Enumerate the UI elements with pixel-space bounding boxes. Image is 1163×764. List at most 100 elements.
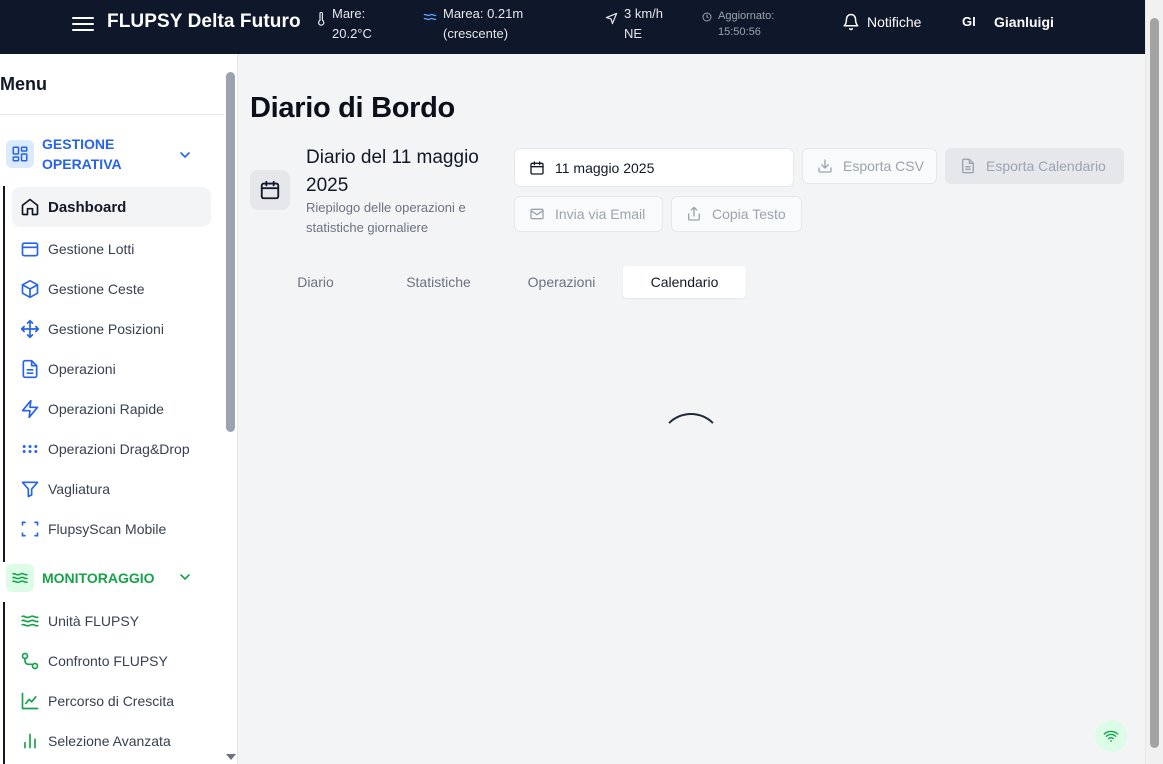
loading-spinner (659, 413, 723, 477)
sidebar-item-dashboard[interactable]: Dashboard (12, 187, 211, 227)
filter-icon (21, 481, 39, 498)
user-name[interactable]: Gianluigi (994, 14, 1054, 30)
menu-divider (0, 114, 224, 115)
sidebar-item-gestione-posizioni[interactable]: Gestione Posizioni (12, 309, 211, 349)
sidebar-item-label: Operazioni Drag&Drop (48, 441, 190, 457)
git-compare-icon (21, 652, 39, 670)
send-email-button[interactable]: Invia via Email (514, 196, 663, 232)
move-icon (20, 319, 40, 339)
line-chart-icon (21, 692, 39, 710)
last-updated: Aggiornato: 15:50:56 (702, 8, 774, 40)
export-calendar-button[interactable]: Esporta Calendario (945, 148, 1124, 184)
sidebar-item-label: Dashboard (48, 198, 127, 216)
box-icon (21, 242, 39, 257)
sidebar-item-gestione-lotti[interactable]: Gestione Lotti (12, 229, 211, 269)
group-indicator-line (3, 602, 5, 764)
sidebar-scrollbar-thumb[interactable] (226, 72, 235, 432)
send-email-label: Invia via Email (555, 206, 646, 222)
sidebar-item-operazioni-rapide[interactable]: Operazioni Rapide (12, 389, 211, 429)
copy-text-button[interactable]: Copia Testo (671, 196, 802, 232)
sidebar: Menu GESTIONE OPERATIVA Dashboard Gestio… (0, 54, 238, 764)
zap-icon (21, 399, 39, 419)
group-label: MONITORAGGIO (42, 570, 155, 586)
thermometer-icon (318, 12, 325, 26)
notifications-button[interactable]: Notifiche (842, 13, 921, 31)
tab-operazioni[interactable]: Operazioni (500, 266, 623, 298)
group-label: GESTIONE OPERATIVA (42, 136, 122, 172)
sea-value: 20.2°C (332, 26, 372, 41)
sidebar-item-gestione-ceste[interactable]: Gestione Ceste (12, 269, 211, 309)
sidebar-item-operazioni-dragdrop[interactable]: Operazioni Drag&Drop (12, 429, 211, 469)
layout-grid-icon (6, 140, 34, 168)
tide-state: (crescente) (443, 26, 509, 41)
bell-icon (843, 13, 859, 31)
sidebar-item-label: Unità FLUPSY (48, 613, 140, 629)
sidebar-item-label: Operazioni Rapide (48, 401, 164, 417)
waves-icon (423, 13, 437, 21)
group-gestione-operativa[interactable]: GESTIONE OPERATIVA (6, 134, 152, 174)
wifi-icon (1103, 730, 1119, 742)
wind-direction: NE (624, 26, 643, 41)
menu-title: Menu (0, 74, 47, 94)
group-indicator-line (3, 186, 5, 562)
package-icon (21, 279, 39, 299)
sidebar-item-selezione-avanzata[interactable]: Selezione Avanzata (12, 721, 211, 761)
tide-label: Marea: 0.21m (443, 6, 524, 21)
connection-status-indicator[interactable] (1095, 720, 1127, 752)
scroll-down-arrow-icon[interactable] (226, 754, 236, 760)
sidebar-item-label: Percorso di Crescita (48, 693, 175, 709)
updated-time: 15:50:56 (718, 26, 761, 38)
diary-title: Diario del 11 maggio 2025 (306, 147, 479, 196)
date-value: 11 maggio 2025 (555, 159, 655, 176)
navigation-icon (605, 12, 618, 25)
window-scrollbar[interactable] (1145, 0, 1163, 764)
updated-label: Aggiornato: (718, 10, 775, 22)
share-icon (688, 206, 700, 221)
sidebar-item-label: Vagliatura (48, 481, 111, 497)
tab-diario[interactable]: Diario (254, 266, 377, 298)
sidebar-item-label: Gestione Lotti (48, 241, 135, 257)
document-icon (22, 359, 38, 379)
chevron-down-icon[interactable] (178, 570, 192, 584)
sidebar-item-label: FlupsyScan Mobile (48, 521, 167, 537)
wind-info: 3 km/h NE (605, 4, 663, 44)
window-scrollbar-thumb[interactable] (1150, 18, 1159, 748)
copy-text-label: Copia Testo (712, 206, 786, 222)
tab-list: Diario Statistiche Operazioni Calendario (254, 264, 748, 300)
sidebar-item-label: Operazioni (48, 361, 116, 377)
grip-icon (22, 445, 38, 453)
user-avatar[interactable]: GI (962, 14, 976, 29)
waves-icon (21, 615, 39, 627)
bar-chart-icon (24, 733, 36, 749)
sidebar-item-label: Gestione Posizioni (48, 321, 164, 337)
sidebar-item-flupsyscan-mobile[interactable]: FlupsyScan Mobile (12, 509, 211, 549)
date-picker-button[interactable]: 11 maggio 2025 (514, 148, 794, 187)
chevron-down-icon[interactable] (178, 148, 192, 162)
waves-icon (6, 564, 34, 592)
sidebar-item-label: Gestione Ceste (48, 281, 145, 297)
home-icon (21, 198, 39, 216)
page-title: Diario di Bordo (250, 92, 455, 124)
notifications-label: Notifiche (867, 14, 922, 30)
sidebar-item-unita-flupsy[interactable]: Unità FLUPSY (12, 601, 211, 641)
tab-calendario[interactable]: Calendario (623, 266, 746, 298)
group-monitoraggio[interactable]: MONITORAGGIO (6, 564, 155, 592)
sidebar-item-label: Selezione Avanzata (48, 733, 171, 749)
export-csv-label: Esporta CSV (843, 158, 924, 174)
clock-icon (702, 12, 712, 22)
sidebar-item-operazioni[interactable]: Operazioni (12, 349, 211, 389)
sea-label: Mare: (332, 6, 366, 21)
top-header: FLUPSY Delta Futuro Mare: 20.2°C Marea: 0… (0, 0, 1145, 54)
sea-temperature: Mare: 20.2°C (316, 4, 372, 44)
sidebar-item-label: Confronto FLUPSY (48, 653, 168, 669)
export-csv-button[interactable]: Esporta CSV (802, 148, 937, 184)
calendar-icon (250, 170, 290, 210)
tab-statistiche[interactable]: Statistiche (377, 266, 500, 298)
mail-icon (530, 208, 544, 220)
download-icon (818, 159, 832, 173)
sidebar-item-vagliatura[interactable]: Vagliatura (12, 469, 211, 509)
sidebar-item-confronto-flupsy[interactable]: Confronto FLUPSY (12, 641, 211, 681)
sidebar-item-percorso-crescita[interactable]: Percorso di Crescita (12, 681, 211, 721)
hamburger-menu-icon[interactable] (72, 13, 94, 35)
tide-info: Marea: 0.21m (crescente) (423, 4, 523, 44)
